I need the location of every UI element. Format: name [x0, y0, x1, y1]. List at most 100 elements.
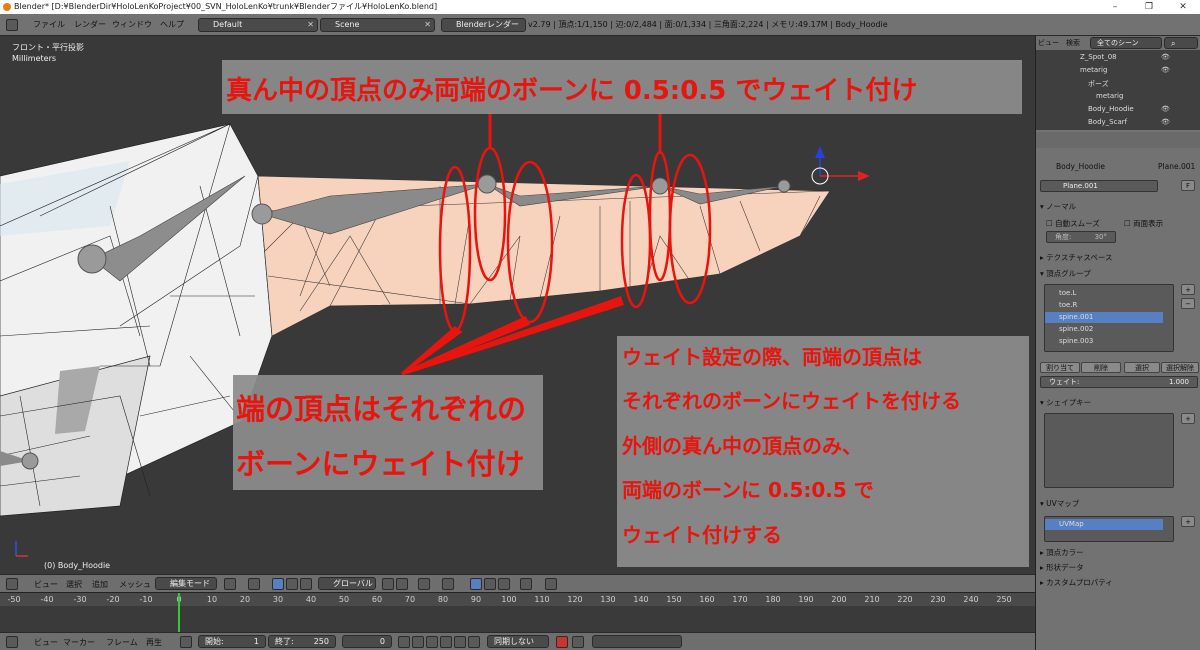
outliner-item[interactable]: metarig — [1096, 92, 1123, 100]
keying-set-icon[interactable] — [572, 636, 584, 648]
3d-viewport[interactable]: フロント・平行投影 Millimeters (0) Body_Hoodie 真ん… — [0, 36, 1035, 574]
menu-view[interactable]: ビュー — [34, 637, 58, 648]
start-frame-field[interactable]: 開始: 1 — [198, 635, 266, 648]
outliner-item[interactable]: ポーズ — [1088, 79, 1109, 89]
scene-selector[interactable]: Scene ✕ — [320, 18, 435, 32]
jump-end-icon[interactable] — [468, 636, 480, 648]
current-frame-field[interactable]: 0 — [342, 635, 392, 648]
next-key-icon[interactable] — [454, 636, 466, 648]
render-engine-selector[interactable]: Blenderレンダー — [441, 18, 526, 32]
menu-marker[interactable]: マーカー — [63, 637, 95, 648]
close-icon[interactable]: ✕ — [424, 19, 431, 31]
auto-smooth-checkbox[interactable]: ☐ 自動スムーズ — [1046, 218, 1100, 229]
layer-icon[interactable] — [382, 578, 394, 590]
properties-tabs[interactable] — [1036, 132, 1200, 148]
shape-key-list[interactable] — [1044, 413, 1174, 488]
panel-normals[interactable]: ▾ ノーマル — [1040, 201, 1076, 212]
outliner-item[interactable]: Body_Hoodie — [1088, 105, 1134, 113]
preview-range-icon[interactable] — [180, 636, 192, 648]
layout-selector[interactable]: Default ✕ — [198, 18, 318, 32]
timeline-area[interactable]: -50-40-30-20-100102030405060708090100110… — [0, 592, 1035, 633]
menu-mesh[interactable]: メッシュ — [119, 579, 151, 590]
edge-mode-icon[interactable] — [484, 578, 496, 590]
weight-field[interactable]: ウェイト: 1.000 — [1040, 376, 1198, 388]
outliner-search-menu[interactable]: 検索 — [1066, 38, 1080, 48]
prev-key-icon[interactable] — [412, 636, 424, 648]
shading-icon[interactable] — [224, 578, 236, 590]
outliner-search-field[interactable]: ⌕ — [1164, 37, 1198, 49]
add-uvmap-button[interactable]: + — [1181, 516, 1195, 527]
double-sided-checkbox[interactable]: ☐ 両面表示 — [1124, 218, 1163, 229]
remove-button[interactable]: 削除 — [1081, 362, 1121, 373]
assign-button[interactable]: 割り当て — [1040, 362, 1080, 373]
orientation-selector[interactable]: グローバル — [318, 577, 376, 590]
outliner-item[interactable]: Body_Scarf — [1088, 118, 1127, 126]
panel-vertex-groups[interactable]: ▾ 頂点グループ — [1040, 268, 1091, 279]
outliner[interactable]: ビュー 検索 全てのシーン ⌕ Z_Spot_08 metarig ポーズ me… — [1036, 36, 1200, 130]
vertex-group-item-selected[interactable]: spine.001 — [1045, 312, 1163, 323]
minimize-button[interactable]: – — [1098, 0, 1132, 14]
vertex-group-item[interactable]: spine.002 — [1045, 324, 1163, 335]
menu-window[interactable]: ウィンドウ — [112, 19, 152, 30]
remove-vgroup-button[interactable]: − — [1181, 298, 1195, 309]
end-frame-field[interactable]: 終了: 250 — [268, 635, 336, 648]
menu-playback[interactable]: 再生 — [146, 637, 162, 648]
mesh-name-field[interactable]: Plane.001 — [1040, 180, 1158, 192]
pivot-icon[interactable] — [248, 578, 260, 590]
mode-selector[interactable]: 編集モード — [155, 577, 217, 590]
vertex-group-list[interactable]: toe.L toe.R spine.001 spine.002 spine.00… — [1044, 284, 1174, 352]
snap-icon[interactable] — [520, 578, 532, 590]
editor-type-icon[interactable] — [6, 636, 18, 648]
panel-custom-properties[interactable]: ▸ カスタムプロパティ — [1040, 577, 1113, 588]
uv-map-item-selected[interactable]: UVMap — [1045, 519, 1163, 530]
vertex-mode-icon[interactable] — [470, 578, 482, 590]
manipulator-icon[interactable] — [272, 578, 284, 590]
menu-view[interactable]: ビュー — [34, 579, 58, 590]
angle-field[interactable]: 角度: 30° — [1046, 231, 1116, 243]
frame-cursor[interactable] — [178, 593, 180, 633]
rotate-icon[interactable] — [300, 578, 312, 590]
panel-texture-space[interactable]: ▸ テクスチャスペース — [1040, 252, 1112, 263]
record-icon[interactable] — [556, 636, 568, 648]
layer-icon[interactable] — [396, 578, 408, 590]
select-button[interactable]: 選択 — [1124, 362, 1160, 373]
uv-map-list[interactable]: UVMap — [1044, 516, 1174, 542]
panel-geometry-data[interactable]: ▸ 形状データ — [1040, 562, 1084, 573]
eye-icon[interactable]: 👁 — [1161, 53, 1170, 61]
panel-uv-maps[interactable]: ▾ UVマップ — [1040, 498, 1079, 509]
vertex-select-icon[interactable] — [418, 578, 430, 590]
close-icon[interactable]: ✕ — [307, 19, 314, 31]
menu-file[interactable]: ファイル — [33, 19, 65, 30]
vertex-group-item[interactable]: toe.R — [1045, 300, 1163, 311]
vertex-group-item[interactable]: spine.003 — [1045, 336, 1163, 347]
jump-start-icon[interactable] — [398, 636, 410, 648]
properties-editor[interactable]: Body_Hoodie Plane.001 Plane.001 F ▾ ノーマル… — [1036, 132, 1200, 650]
menu-help[interactable]: ヘルプ — [160, 19, 184, 30]
vertex-group-item[interactable]: toe.L — [1045, 288, 1163, 299]
editor-type-icon[interactable] — [6, 19, 18, 31]
add-vgroup-button[interactable]: + — [1181, 284, 1195, 295]
play-reverse-icon[interactable] — [426, 636, 438, 648]
eye-icon[interactable]: 👁 — [1161, 105, 1170, 113]
fake-user-button[interactable]: F — [1181, 180, 1195, 191]
menu-add[interactable]: 追加 — [92, 579, 108, 590]
keying-set-field[interactable] — [592, 635, 682, 648]
sync-selector[interactable]: 同期しない — [487, 635, 549, 648]
menu-select[interactable]: 選択 — [66, 579, 82, 590]
outliner-view-menu[interactable]: ビュー — [1038, 38, 1059, 48]
eye-icon[interactable]: 👁 — [1161, 118, 1170, 126]
outliner-item[interactable]: metarig — [1080, 66, 1107, 74]
menu-render[interactable]: レンダー — [74, 19, 106, 30]
panel-shape-keys[interactable]: ▾ シェイプキー — [1040, 397, 1091, 408]
close-button[interactable]: ✕ — [1166, 0, 1200, 14]
outliner-item[interactable]: Z_Spot_08 — [1080, 53, 1117, 61]
play-icon[interactable] — [440, 636, 452, 648]
face-mode-icon[interactable] — [498, 578, 510, 590]
outliner-filter[interactable]: 全てのシーン — [1090, 37, 1162, 49]
deselect-button[interactable]: 選択解除 — [1161, 362, 1199, 373]
transform-manipulator[interactable] — [811, 146, 870, 185]
panel-vertex-colors[interactable]: ▸ 頂点カラー — [1040, 547, 1084, 558]
add-shapekey-button[interactable]: + — [1181, 413, 1195, 424]
editor-type-icon[interactable] — [6, 578, 18, 590]
maximize-button[interactable]: ❐ — [1132, 0, 1166, 14]
